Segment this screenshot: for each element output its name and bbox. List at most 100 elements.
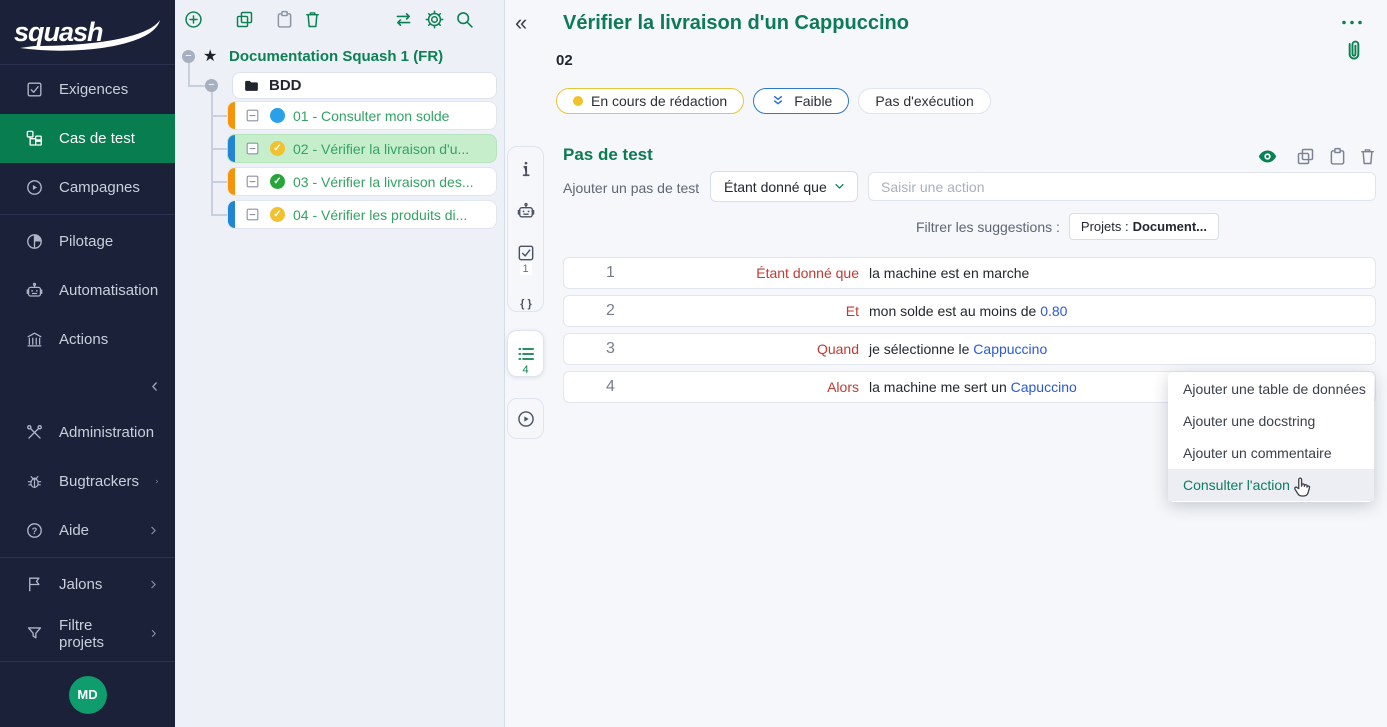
- requirements-icon: [25, 80, 44, 99]
- filter-projects-button[interactable]: Projets : Document...: [1069, 213, 1219, 240]
- step-number: 2: [564, 302, 664, 320]
- context-menu-item[interactable]: Consulter l'action: [1168, 469, 1374, 501]
- step-keyword: Quand: [664, 341, 859, 357]
- sidebar-divider: [0, 214, 175, 215]
- star-icon[interactable]: ★: [203, 46, 217, 66]
- step-number: 3: [564, 340, 664, 358]
- minus-square-icon[interactable]: [245, 207, 260, 222]
- attachment-icon[interactable]: [1341, 36, 1367, 66]
- sidebar-item-label: Pilotage: [59, 233, 113, 250]
- add-node-button[interactable]: [183, 9, 204, 30]
- import-export-button[interactable]: [393, 9, 414, 30]
- sidebar-item[interactable]: Jalons: [0, 560, 175, 609]
- sidebar-item[interactable]: Bugtrackers: [0, 457, 175, 506]
- action-input[interactable]: [868, 172, 1376, 201]
- status-icon: [270, 174, 285, 189]
- status-badge[interactable]: En cours de rédaction: [556, 88, 744, 114]
- tab-parameters[interactable]: [516, 293, 536, 313]
- step-text-part: la machine me sert un: [869, 379, 1011, 395]
- help-icon: [25, 521, 44, 540]
- avatar[interactable]: MD: [69, 676, 107, 714]
- project-name[interactable]: Documentation Squash 1 (FR): [229, 48, 443, 65]
- tree-connector: [211, 115, 227, 117]
- delete-steps-icon[interactable]: [1357, 146, 1378, 167]
- chevron-right-icon: [148, 627, 160, 640]
- tab-executions[interactable]: [516, 409, 536, 429]
- step-parameter: Capuccino: [1011, 379, 1077, 395]
- sidebar-item[interactable]: Pilotage: [0, 217, 175, 266]
- sidebar-item[interactable]: Automatisation: [0, 266, 175, 315]
- sidebar-item-label: Bugtrackers: [59, 473, 139, 490]
- step-action-text: mon solde est au moins de 0.80: [869, 303, 1067, 319]
- step-text-part: la machine est en marche: [869, 265, 1029, 281]
- tree-folder[interactable]: BDD: [232, 72, 497, 99]
- tree-item-label: 02 - Vérifier la livraison d'u...: [293, 141, 469, 157]
- chevron-down-icon: [832, 179, 847, 194]
- paste-steps-icon[interactable]: [1327, 146, 1348, 167]
- more-options-icon[interactable]: [1340, 18, 1364, 27]
- main-content: « Vérifier la livraison d'un Cappuccino …: [505, 0, 1387, 727]
- filter-suggestions-label: Filtrer les suggestions :: [916, 219, 1060, 235]
- minus-square-icon[interactable]: [245, 141, 260, 156]
- context-menu-item[interactable]: Ajouter une docstring: [1168, 405, 1374, 437]
- collapse-sidebar-icon[interactable]: ‹: [0, 364, 175, 408]
- sidebar-item[interactable]: Cas de test: [0, 114, 175, 163]
- sidebar-item-label: Automatisation: [59, 282, 158, 299]
- tab-information[interactable]: [516, 159, 536, 179]
- tree-connector: [211, 214, 227, 216]
- context-menu-item[interactable]: Ajouter une table de données: [1168, 373, 1374, 405]
- sidebar-nav-top: Exigences Cas de test Campagnes: [0, 65, 175, 364]
- sidebar-item[interactable]: Aide: [0, 506, 175, 555]
- step-keyword: Alors: [664, 379, 859, 395]
- sidebar-item[interactable]: Administration: [0, 408, 175, 457]
- reference-number: 02: [556, 52, 573, 69]
- tab-verified-requirements[interactable]: 1: [516, 243, 536, 263]
- tree-connector: [211, 148, 227, 150]
- context-menu-item[interactable]: Ajouter un commentaire: [1168, 437, 1374, 469]
- tree-item-label: 01 - Consulter mon solde: [293, 108, 449, 124]
- step-number: 1: [564, 264, 664, 282]
- delete-node-button[interactable]: [302, 9, 323, 30]
- test-step-row[interactable]: 3 Quand je sélectionne le Cappuccino: [563, 333, 1376, 365]
- preview-eye-icon[interactable]: [1257, 146, 1278, 167]
- copy-node-button[interactable]: [234, 9, 255, 30]
- sidebar-item[interactable]: Exigences: [0, 65, 175, 114]
- collapse-folder-icon[interactable]: −: [205, 79, 218, 92]
- automation-status-bar: [228, 201, 235, 228]
- tab-test-steps[interactable]: 4: [516, 344, 536, 364]
- execution-badge[interactable]: Pas d'exécution: [858, 88, 990, 114]
- keyword-select-value: Étant donné que: [724, 179, 832, 195]
- tree-search-button[interactable]: [454, 9, 475, 30]
- tree-item[interactable]: 02 - Vérifier la livraison d'u...: [227, 134, 497, 163]
- anchor-tab-group: 1: [507, 146, 544, 312]
- paste-node-button[interactable]: [274, 9, 295, 30]
- tree-settings-button[interactable]: [424, 9, 445, 30]
- status-icon: [270, 141, 285, 156]
- chevron-right-icon: [147, 578, 160, 591]
- importance-badge[interactable]: Faible: [753, 88, 849, 114]
- tree-item[interactable]: 03 - Vérifier la livraison des...: [227, 167, 497, 196]
- sidebar-item-label: Administration: [59, 424, 154, 441]
- minus-square-icon[interactable]: [245, 108, 260, 123]
- keyword-select[interactable]: Étant donné que: [710, 171, 858, 202]
- sidebar-item[interactable]: Actions: [0, 315, 175, 364]
- tab-automation[interactable]: [516, 201, 536, 221]
- test-step-row[interactable]: 1 Étant donné que la machine est en marc…: [563, 257, 1376, 289]
- bug-icon: [25, 472, 44, 491]
- collapse-project-icon[interactable]: −: [182, 50, 195, 63]
- minus-square-icon[interactable]: [245, 174, 260, 189]
- tree-item[interactable]: 04 - Vérifier les produits di...: [227, 200, 497, 229]
- automation-status-bar: [228, 102, 235, 129]
- copy-steps-icon[interactable]: [1295, 146, 1316, 167]
- squash-logo: squash: [0, 0, 175, 65]
- sidebar-nav-bottom: Administration Bugtrackers Aide: [0, 408, 175, 658]
- tree-item[interactable]: 01 - Consulter mon solde: [227, 101, 497, 130]
- sidebar-item[interactable]: Filtre projets: [0, 609, 175, 658]
- step-text-part: je sélectionne le: [869, 341, 973, 357]
- test-step-row[interactable]: 2 Et mon solde est au moins de 0.80: [563, 295, 1376, 327]
- step-number: 4: [564, 378, 664, 396]
- collapse-panel-icon[interactable]: «: [515, 10, 527, 36]
- sidebar-nav: squash Exigences Cas de test Campagnes: [0, 0, 175, 727]
- robot-icon: [25, 281, 44, 300]
- sidebar-item[interactable]: Campagnes: [0, 163, 175, 212]
